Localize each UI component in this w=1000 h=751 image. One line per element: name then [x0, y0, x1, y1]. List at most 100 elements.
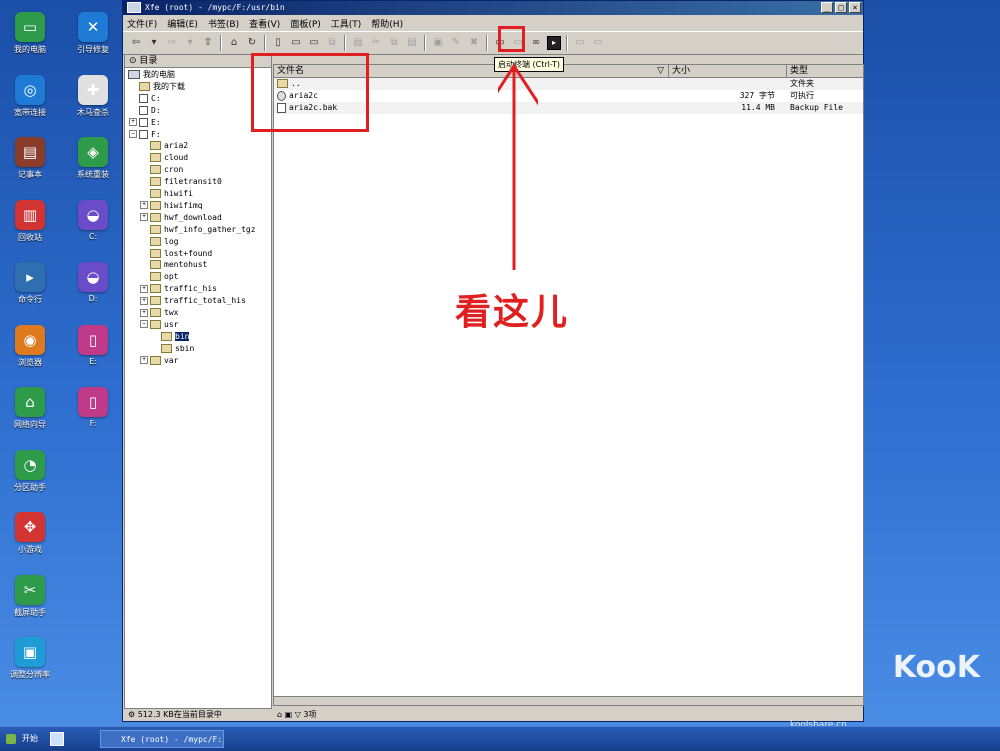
status-icon[interactable]: ⚙ — [128, 710, 138, 719]
tree-node[interactable]: + traffic_total_his — [140, 295, 246, 307]
desktop-icon-5[interactable]: ◈ 系统重装 — [63, 137, 123, 180]
tree-node[interactable]: log — [150, 236, 178, 248]
back-icon[interactable]: ⇦ — [129, 36, 143, 50]
tree-node[interactable]: cloud — [150, 152, 188, 164]
tree-node[interactable]: hiwifi — [150, 188, 193, 200]
dropdown-icon[interactable]: ▾ — [183, 36, 197, 50]
collapse-icon[interactable]: − — [140, 320, 148, 329]
collapse-icon[interactable]: − — [129, 130, 137, 138]
new-folder-icon[interactable]: ▭ — [289, 36, 303, 50]
menu-file[interactable]: 文件(F) — [127, 17, 157, 30]
close-button[interactable]: × — [849, 2, 861, 13]
column-header-type[interactable]: 类型 — [787, 65, 863, 77]
tree-node[interactable]: C: — [139, 93, 161, 105]
desktop-icon-14[interactable]: ◔ 分区助手 — [0, 449, 60, 493]
menu-bookmarks[interactable]: 书签(B) — [208, 17, 239, 30]
tree-node[interactable]: hwf_info_gather_tgz — [150, 224, 256, 236]
tree-node[interactable]: mentohust — [150, 259, 207, 271]
duplicate-icon[interactable]: ⧉ — [387, 36, 401, 50]
annotation-arrow-icon — [498, 63, 538, 270]
menu-view[interactable]: 查看(V) — [249, 17, 280, 30]
tree-node[interactable]: − usr — [140, 319, 178, 331]
status-icons[interactable]: ⌂ ▣ ▽ — [277, 710, 303, 719]
up-icon[interactable]: ⇧ — [201, 36, 215, 50]
menu-edit[interactable]: 编辑(E) — [167, 17, 198, 30]
desktop-icon-3[interactable]: ✚ 木马查杀 — [63, 74, 123, 118]
scissors-icon: ✂ — [15, 574, 45, 605]
desktop-icon-13[interactable]: ▯ F: — [63, 387, 123, 428]
maximize-button[interactable]: □ — [835, 2, 847, 13]
properties-icon[interactable]: ▣ — [431, 36, 445, 50]
tree-node[interactable]: 我的电脑 — [128, 69, 175, 81]
desktop-icon-9[interactable]: ◒ D: — [63, 262, 123, 303]
expand-icon[interactable]: + — [140, 284, 148, 293]
tree-node[interactable]: filetransit0 — [150, 176, 222, 188]
minimize-button[interactable]: _ — [821, 2, 833, 13]
forward-icon[interactable]: ⇨ — [165, 36, 179, 50]
panel-toggle-icon[interactable]: ⊙ — [129, 56, 139, 66]
new-file-icon[interactable]: ▯ — [271, 36, 285, 50]
title-bar[interactable]: Xfe (root) - /mypc/F:/usr/bin _ □ × — [123, 1, 863, 15]
desktop-icon-12[interactable]: ⌂ 网络向导 — [0, 387, 60, 430]
start-button[interactable]: 开始 — [4, 731, 38, 747]
expand-icon[interactable]: + — [140, 213, 148, 222]
tree-node[interactable]: sbin — [161, 343, 194, 355]
desktop-icon-11[interactable]: ▯ E: — [63, 324, 123, 366]
desktop-icon-6[interactable]: ▥ 回收站 — [0, 199, 60, 243]
panel-right-icon[interactable]: ▭ — [591, 36, 605, 50]
tree-node[interactable]: cron — [150, 164, 183, 176]
desktop-icon-0[interactable]: ▭ 我的电脑 — [0, 12, 60, 55]
desktop-icon-8[interactable]: ▸ 命令行 — [0, 262, 60, 305]
expand-icon[interactable]: + — [140, 308, 148, 317]
paste-icon[interactable]: ▤ — [351, 36, 365, 50]
tree-node[interactable]: bin — [161, 331, 190, 343]
dropdown-icon[interactable]: ▾ — [147, 36, 161, 50]
tree-node[interactable]: + hwf_download — [140, 212, 222, 224]
desktop-icon-4[interactable]: ▤ 记事本 — [0, 137, 60, 180]
rename-icon[interactable]: ✎ — [449, 36, 463, 50]
tree-node[interactable]: D: — [139, 105, 161, 117]
show-desktop-icon[interactable] — [50, 732, 64, 746]
expand-icon[interactable]: + — [140, 201, 148, 210]
desktop-icon-10[interactable]: ◉ 浏览器 — [0, 324, 60, 368]
desktop-icon-1[interactable]: ✕ 引导修复 — [63, 12, 123, 55]
column-header-size[interactable]: 大小 — [669, 65, 787, 77]
expand-icon[interactable]: + — [140, 356, 148, 365]
horizontal-scrollbar[interactable] — [273, 696, 864, 706]
menu-help[interactable]: 帮助(H) — [371, 17, 403, 30]
clipboard-icon[interactable]: ▤ — [405, 36, 419, 50]
desktop-icon-15[interactable]: ✥ 小游戏 — [0, 512, 60, 555]
tree-node[interactable]: + twx — [140, 307, 178, 319]
desktop-icon-2[interactable]: ◎ 宽带连接 — [0, 74, 60, 118]
link-icon[interactable]: ∞ — [529, 36, 543, 50]
expand-icon[interactable]: + — [140, 296, 148, 305]
panel-left-icon[interactable]: ▭ — [573, 36, 587, 50]
desktop-icon-17[interactable]: ▣ 调整分辨率 — [0, 637, 60, 680]
desktop-icon-7[interactable]: ◒ C: — [63, 199, 123, 241]
taskbar-xfe-button[interactable]: Xfe (root) - /mypc/F:/u — [100, 730, 224, 748]
tree-node[interactable]: + var — [140, 355, 178, 367]
menu-panel[interactable]: 面板(P) — [290, 17, 320, 30]
copy-icon[interactable]: ⧉ — [325, 36, 339, 50]
cut-icon[interactable]: ✂ — [369, 36, 383, 50]
folder-icon — [150, 260, 161, 270]
expand-icon[interactable]: + — [129, 118, 137, 127]
terminal-icon[interactable]: ▸ — [547, 36, 561, 50]
folder-icon[interactable]: ▭ — [307, 36, 321, 50]
usb-icon: ▯ — [78, 324, 108, 355]
tree-node[interactable]: + E: — [129, 117, 161, 129]
tree-node[interactable]: + hiwifimq — [140, 200, 203, 212]
tree-node[interactable]: − F: — [129, 129, 161, 141]
tree-node[interactable]: aria2 — [150, 140, 188, 152]
home-icon[interactable]: ⌂ — [227, 36, 241, 50]
tree-node[interactable]: opt — [150, 271, 178, 283]
refresh-icon[interactable]: ↻ — [245, 36, 259, 50]
toolbar-separator — [424, 35, 426, 51]
folder-icon — [150, 272, 161, 282]
tree-node[interactable]: + traffic_his — [140, 283, 217, 295]
menu-tools[interactable]: 工具(T) — [331, 17, 362, 30]
desktop-icon-16[interactable]: ✂ 截屏助手 — [0, 574, 60, 618]
tree-node[interactable]: lost+found — [150, 248, 212, 260]
delete-icon[interactable]: ✖ — [467, 36, 481, 50]
tree-node[interactable]: 我的下载 — [139, 81, 185, 93]
